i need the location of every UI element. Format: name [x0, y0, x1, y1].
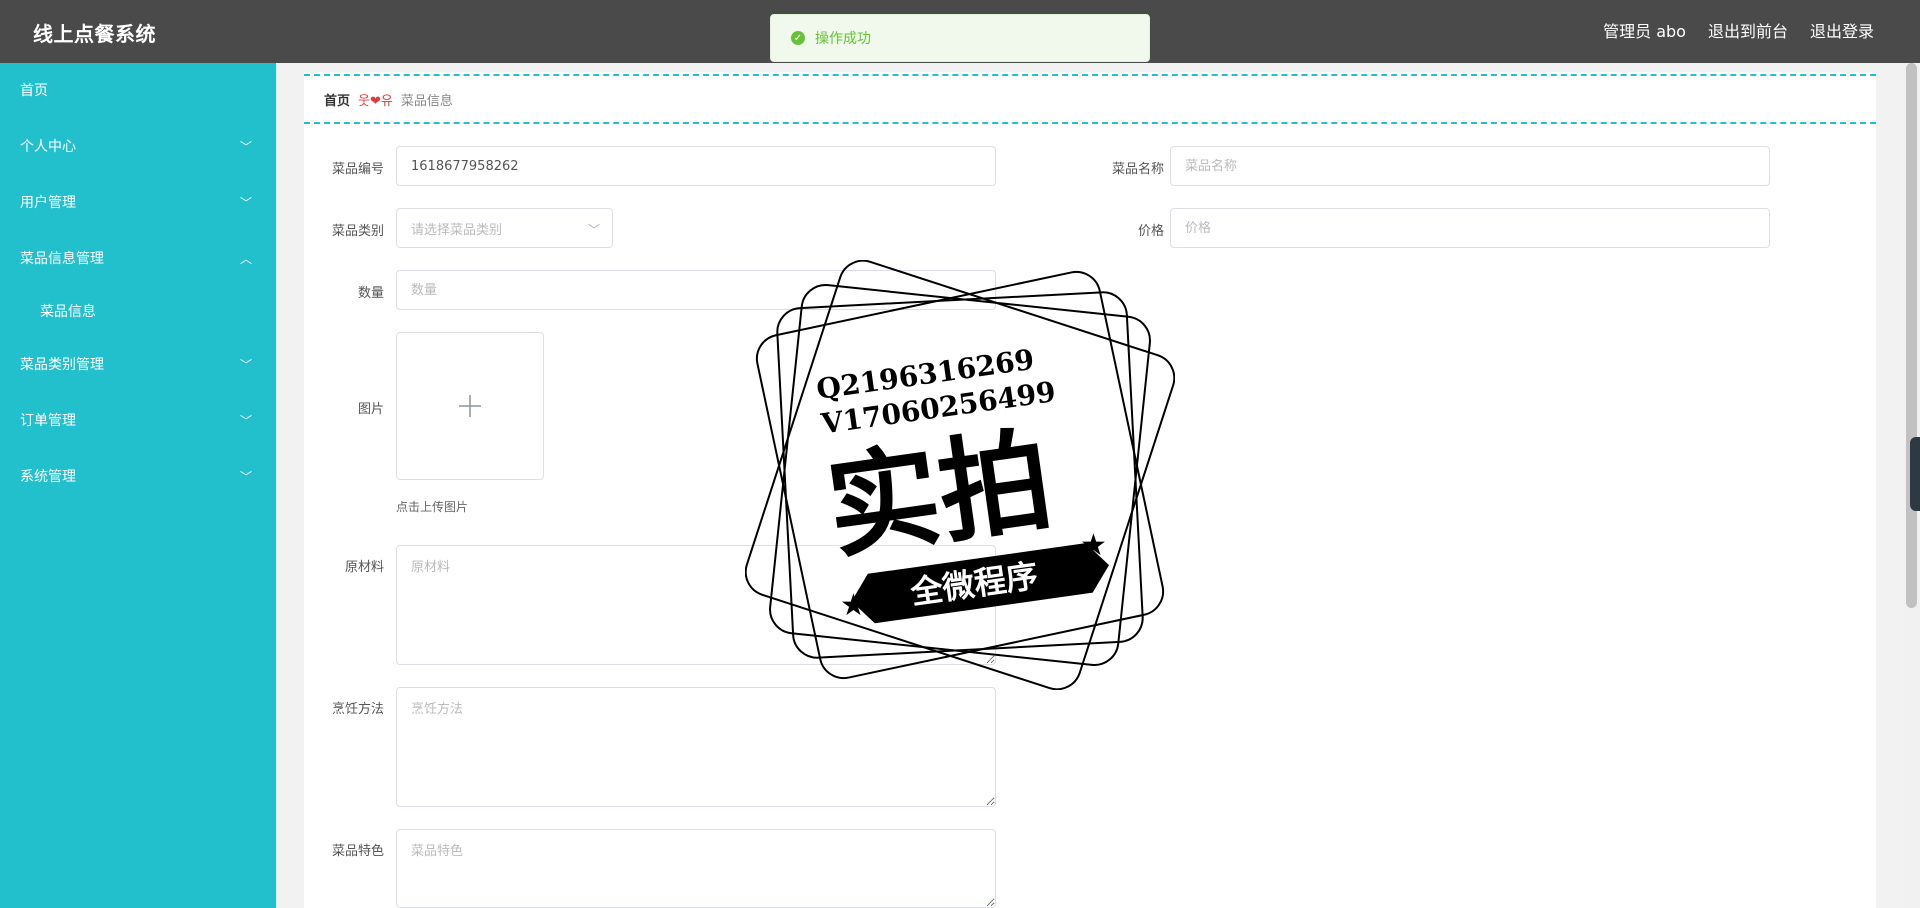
sidebar-item-label: 首页	[20, 83, 48, 99]
ingredients-textarea[interactable]	[396, 545, 996, 665]
side-handle[interactable]	[1910, 437, 1920, 511]
success-toast: ✓ 操作成功	[770, 14, 1150, 62]
sidebar: 首页 个人中心 ﹀ 用户管理 ﹀ 菜品信息管理 ︿ 菜品信息 菜品类别管理 ﹀ …	[0, 63, 276, 908]
dish-no-label: 菜品编号	[331, 162, 384, 177]
sidebar-item-dish-info-management[interactable]: 菜品信息管理 ︿	[0, 231, 276, 287]
sidebar-item-personal-center[interactable]: 个人中心 ﹀	[0, 119, 276, 175]
dish-no-input[interactable]	[396, 146, 996, 186]
sidebar-item-label: 用户管理	[20, 195, 76, 211]
breadcrumb-home[interactable]: 首页	[324, 90, 350, 109]
category-select[interactable]: 请选择菜品类别 ﹀	[396, 208, 613, 248]
chevron-down-icon: ﹀	[239, 196, 252, 210]
sidebar-item-system-management[interactable]: 系统管理 ﹀	[0, 449, 276, 505]
sidebar-item-label: 订单管理	[20, 413, 76, 429]
sidebar-item-label: 个人中心	[20, 139, 76, 155]
breadcrumb: 首页 웃❤유 菜品信息	[304, 74, 1876, 124]
price-input[interactable]	[1170, 208, 1770, 248]
quantity-input[interactable]	[396, 270, 996, 310]
upload-hint: 点击上传图片	[396, 500, 469, 514]
feature-label: 菜品特色	[331, 844, 384, 859]
breadcrumb-separator: 웃❤유	[358, 93, 393, 109]
sidebar-item-order-management[interactable]: 订单管理 ﹀	[0, 393, 276, 449]
sidebar-subitem-dish-info[interactable]: 菜品信息	[0, 287, 276, 337]
sidebar-item-dish-category-management[interactable]: 菜品类别管理 ﹀	[0, 337, 276, 393]
category-placeholder: 请选择菜品类别	[411, 222, 503, 238]
dish-name-label: 菜品名称	[1111, 162, 1164, 177]
feature-textarea[interactable]	[396, 829, 996, 908]
chevron-down-icon: ﹀	[239, 358, 252, 372]
scrollbar-thumb[interactable]	[1906, 63, 1917, 608]
sidebar-item-home[interactable]: 首页	[0, 63, 276, 119]
sidebar-item-label: 菜品信息管理	[20, 251, 104, 267]
chevron-down-icon: ﹀	[239, 414, 252, 428]
check-circle-icon: ✓	[791, 31, 805, 45]
ingredients-label: 原材料	[344, 560, 384, 575]
price-label: 价格	[1137, 224, 1164, 239]
quantity-label: 数量	[357, 286, 384, 301]
chevron-up-icon: ︿	[239, 252, 252, 266]
exit-to-front-link[interactable]: 退出到前台	[1708, 18, 1788, 42]
sidebar-item-label: 系统管理	[20, 469, 76, 485]
sidebar-item-label: 菜品信息	[40, 304, 96, 320]
main-content: 首页 웃❤유 菜品信息 菜品编号 菜品名称 菜品类别 请选择菜品类别 ﹀ 价格 …	[304, 72, 1876, 908]
chevron-down-icon: ﹀	[239, 470, 252, 484]
dish-name-input[interactable]	[1170, 146, 1770, 186]
toast-message: 操作成功	[815, 31, 871, 47]
logout-link[interactable]: 退出登录	[1810, 18, 1874, 42]
sidebar-item-user-management[interactable]: 用户管理 ﹀	[0, 175, 276, 231]
top-actions: 管理员 abo 退出到前台 退出登录	[1603, 18, 1874, 42]
sidebar-item-label: 菜品类别管理	[20, 357, 104, 373]
cooking-label: 烹饪方法	[331, 702, 384, 717]
chevron-down-icon: ﹀	[239, 140, 252, 154]
image-label: 图片	[357, 402, 384, 417]
app-title: 线上点餐系统	[33, 22, 156, 46]
cooking-textarea[interactable]	[396, 687, 996, 807]
chevron-down-icon: ﹀	[587, 223, 600, 237]
image-upload-box[interactable]	[396, 332, 544, 480]
plus-icon	[459, 395, 481, 417]
category-label: 菜品类别	[331, 224, 384, 239]
admin-label: 管理员 abo	[1603, 22, 1686, 41]
breadcrumb-current: 菜品信息	[400, 93, 453, 109]
